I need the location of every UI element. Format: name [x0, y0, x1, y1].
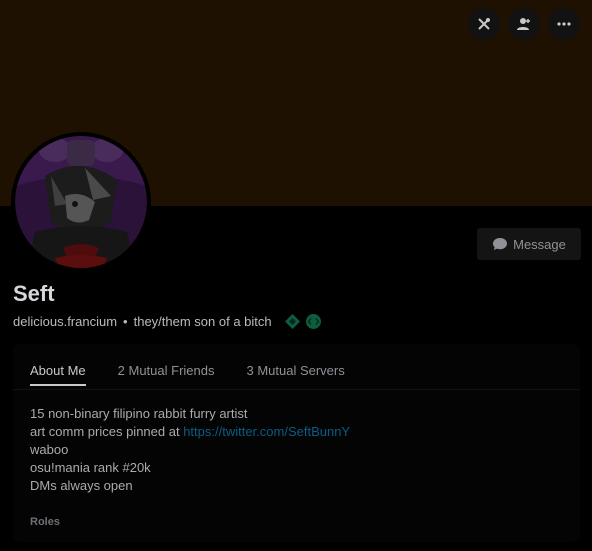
profile-subline: delicious.francium • they/them son of a … [13, 313, 322, 330]
tab-about-me[interactable]: About Me [30, 363, 86, 386]
badge-list [284, 313, 322, 330]
close-badge-icon [478, 18, 490, 30]
bio-line: art comm prices pinned at https://twitte… [30, 423, 350, 441]
active-developer-icon[interactable] [305, 313, 322, 330]
avatar-frame [11, 132, 151, 272]
bio-line: 15 non-binary filipino rabbit furry arti… [30, 406, 248, 421]
bio-line-prefix: art comm prices pinned at [30, 424, 184, 439]
message-button-label: Message [513, 236, 566, 252]
more-options-icon [557, 22, 571, 26]
roles-heading: Roles [30, 516, 60, 528]
display-name: Seft [13, 281, 55, 306]
profile-tabs: About Me 2 Mutual Friends 3 Mutual Serve… [30, 363, 345, 386]
tabs-divider [13, 389, 580, 390]
username: delicious.francium [13, 314, 118, 329]
pronouns: they/them son of a bitch [133, 314, 272, 329]
add-friend-button[interactable] [508, 8, 540, 40]
avatar[interactable] [15, 136, 147, 268]
bio-line: waboo [30, 442, 69, 457]
hypesquad-diamond-icon[interactable] [284, 313, 301, 330]
bio-line: DMs always open [30, 478, 133, 493]
about-me-text: 15 non-binary filipino rabbit furry arti… [30, 405, 350, 495]
bio-line: osu!mania rank #20k [30, 460, 151, 475]
avatar-artwork [15, 136, 147, 268]
twitter-link[interactable]: https://twitter.com/SeftBunnY [183, 424, 350, 439]
profile-info-card: About Me 2 Mutual Friends 3 Mutual Serve… [13, 344, 580, 542]
header-actions [468, 8, 580, 40]
message-button[interactable]: Message [477, 228, 581, 260]
chat-bubble-icon [493, 238, 508, 250]
more-options-button[interactable] [548, 8, 580, 40]
close-badge-button[interactable] [468, 8, 500, 40]
tab-mutual-friends[interactable]: 2 Mutual Friends [118, 363, 215, 386]
add-friend-icon [517, 18, 530, 30]
tab-mutual-servers[interactable]: 3 Mutual Servers [246, 363, 344, 386]
separator-dot: • [123, 314, 128, 329]
